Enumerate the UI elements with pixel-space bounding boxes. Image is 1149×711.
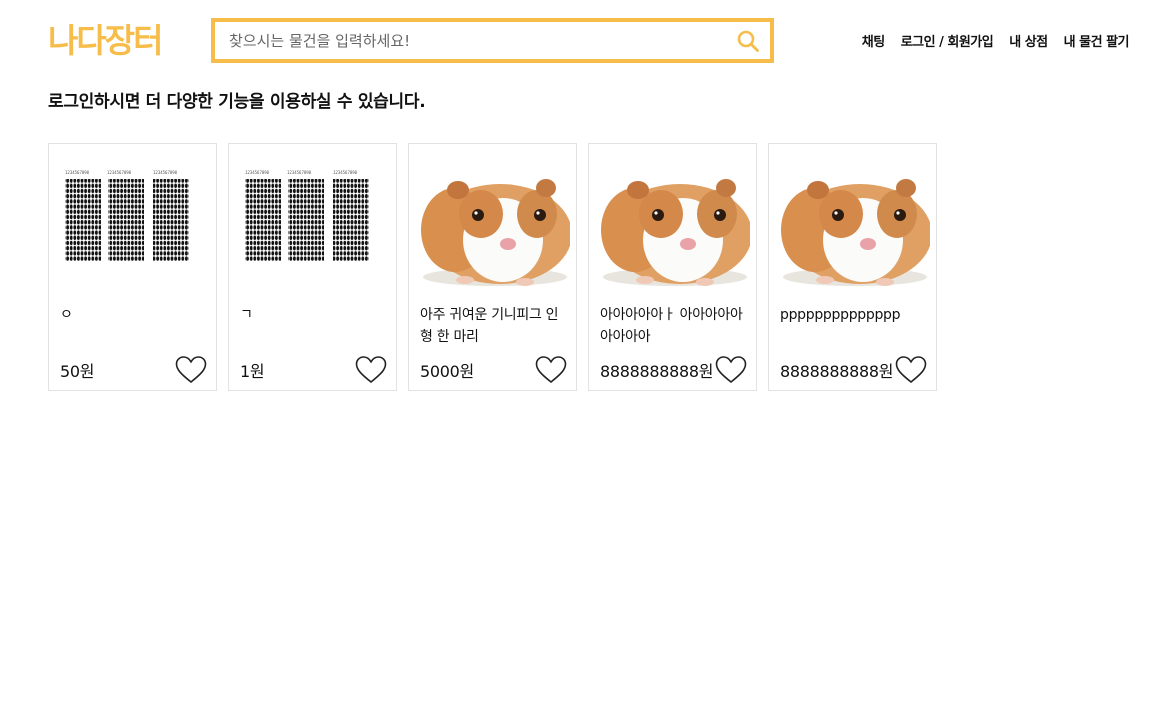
- product-image: [595, 152, 750, 292]
- nav-login-signup-link[interactable]: 로그인 / 회원가입: [901, 31, 994, 50]
- heart-icon[interactable]: [715, 355, 747, 385]
- site-logo[interactable]: 나다장터: [48, 22, 163, 58]
- product-title: 아주 귀여운 기니피그 인형 한 마리: [420, 307, 559, 345]
- nav-chat-link[interactable]: 채팅: [862, 31, 885, 50]
- product-card[interactable]: 1234567890 1234567890 1234567890 ㅇ 50원: [48, 143, 217, 391]
- guinea-pig-image: [595, 152, 750, 292]
- product-title: ㅇ: [60, 307, 73, 323]
- heart-icon[interactable]: [355, 355, 387, 385]
- answer-sheet-image: 1234567890 1234567890 1234567890: [55, 152, 210, 292]
- svg-text:1234567890: 1234567890: [287, 170, 312, 175]
- product-price: 8888888888원: [780, 362, 894, 381]
- product-price: 50원: [60, 362, 95, 381]
- product-grid: 1234567890 1234567890 1234567890 ㅇ 50원 1…: [48, 143, 937, 391]
- heart-icon[interactable]: [895, 355, 927, 385]
- svg-text:1234567890: 1234567890: [153, 170, 178, 175]
- product-image: [775, 152, 930, 292]
- heart-icon[interactable]: [535, 355, 567, 385]
- svg-text:1234567890: 1234567890: [65, 170, 90, 175]
- search-icon[interactable]: [726, 22, 770, 59]
- product-price: 8888888888원: [600, 362, 714, 381]
- product-title: pppppppppppppp: [780, 307, 901, 323]
- guinea-pig-image: [415, 152, 570, 292]
- nav-my-store-link[interactable]: 내 상점: [1009, 31, 1048, 50]
- login-notice: 로그인하시면 더 다양한 기능을 이용하실 수 있습니다.: [48, 92, 426, 112]
- product-price: 5000원: [420, 362, 474, 381]
- product-card[interactable]: 아아아아아ㅏ 아아아아아 아아아아 8888888888원: [588, 143, 757, 391]
- nav-sell-item-link[interactable]: 내 물건 팔기: [1064, 31, 1130, 50]
- svg-text:1234567890: 1234567890: [245, 170, 270, 175]
- product-card[interactable]: 아주 귀여운 기니피그 인형 한 마리 5000원: [408, 143, 577, 391]
- guinea-pig-image: [775, 152, 930, 292]
- search-icon-glyph: [737, 30, 759, 52]
- product-title: 아아아아아ㅏ 아아아아아 아아아아: [600, 307, 743, 345]
- answer-sheet-image: 1234567890 1234567890 1234567890: [235, 152, 390, 292]
- product-price: 1원: [240, 362, 265, 381]
- product-image: [415, 152, 570, 292]
- search-bar: [211, 18, 774, 63]
- svg-text:1234567890: 1234567890: [107, 170, 132, 175]
- svg-text:1234567890: 1234567890: [333, 170, 358, 175]
- search-input[interactable]: [215, 22, 726, 59]
- product-image: 1234567890 1234567890 1234567890: [235, 152, 390, 292]
- top-nav: 채팅 로그인 / 회원가입 내 상점 내 물건 팔기: [862, 31, 1130, 50]
- product-card[interactable]: pppppppppppppp 8888888888원: [768, 143, 937, 391]
- heart-icon[interactable]: [175, 355, 207, 385]
- product-image: 1234567890 1234567890 1234567890: [55, 152, 210, 292]
- product-card[interactable]: 1234567890 1234567890 1234567890 ㄱ 1원: [228, 143, 397, 391]
- product-title: ㄱ: [240, 307, 253, 323]
